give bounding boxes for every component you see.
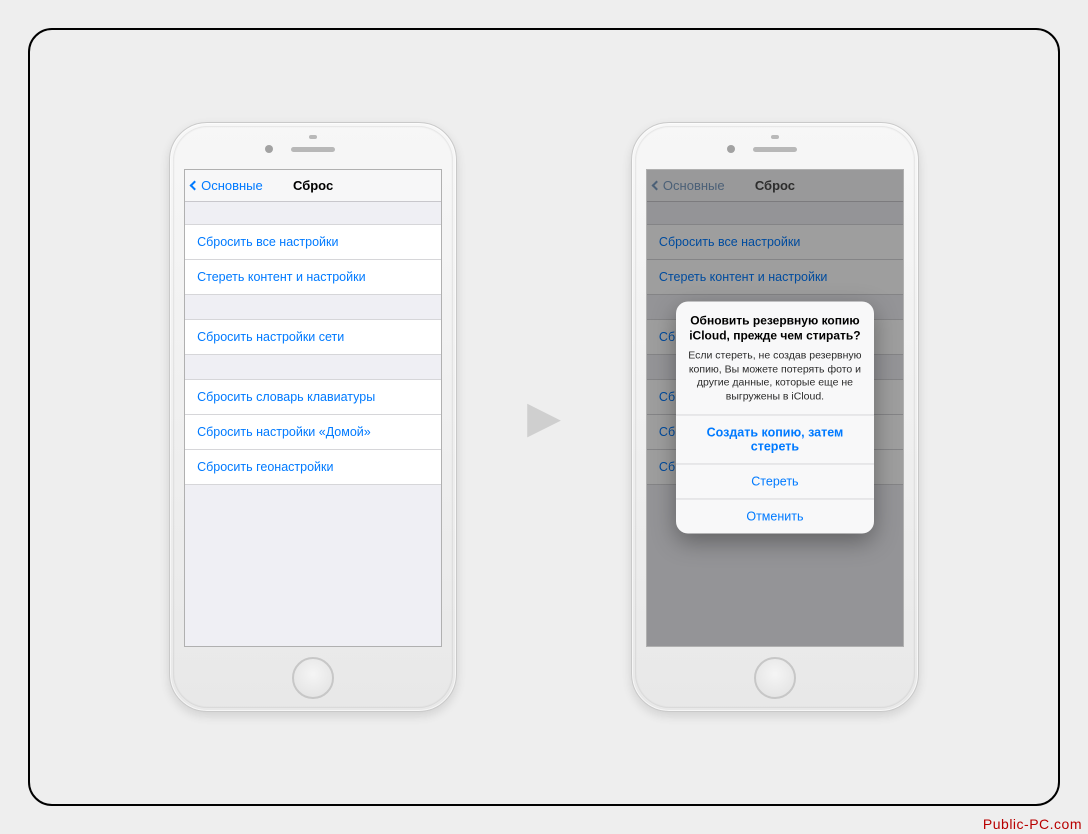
chevron-left-icon — [190, 181, 200, 191]
navbar: Основные Сброс — [185, 170, 441, 202]
iphone-left: Основные Сброс Сбросить все настройки Ст… — [169, 122, 457, 712]
alert-message: Если стереть, не создав резервную копию,… — [688, 349, 862, 404]
cancel-button[interactable]: Отменить — [676, 498, 874, 533]
reset-home-layout[interactable]: Сбросить настройки «Домой» — [185, 414, 441, 449]
settings-group-1: Сбросить все настройки Стереть контент и… — [185, 224, 441, 295]
reset-network-settings[interactable]: Сбросить настройки сети — [185, 319, 441, 355]
reset-location-settings[interactable]: Сбросить геонастройки — [185, 449, 441, 485]
image-frame: Основные Сброс Сбросить все настройки Ст… — [28, 28, 1060, 806]
nav-back-button[interactable]: Основные — [191, 170, 263, 201]
alert-title: Обновить резервную копию iCloud, прежде … — [688, 313, 862, 343]
home-button[interactable] — [754, 657, 796, 699]
alert-body: Обновить резервную копию iCloud, прежде … — [676, 301, 874, 414]
backup-then-erase-button[interactable]: Создать копию, затем стереть — [676, 414, 874, 463]
reset-keyboard-dictionary[interactable]: Сбросить словарь клавиатуры — [185, 379, 441, 414]
erase-button[interactable]: Стереть — [676, 463, 874, 498]
nav-title: Сброс — [293, 178, 333, 193]
speaker-grille — [291, 147, 335, 152]
nav-back-label: Основные — [201, 178, 263, 193]
home-button[interactable] — [292, 657, 334, 699]
settings-list: Сбросить все настройки Стереть контент и… — [185, 224, 441, 485]
erase-content-and-settings[interactable]: Стереть контент и настройки — [185, 259, 441, 295]
screen-left: Основные Сброс Сбросить все настройки Ст… — [184, 169, 442, 647]
erase-confirm-alert: Обновить резервную копию iCloud, прежде … — [676, 301, 874, 533]
watermark: Public-PC.com — [983, 816, 1082, 832]
front-camera — [727, 145, 735, 153]
arrow-icon: ▶ — [527, 392, 561, 443]
proximity-sensor — [309, 135, 317, 139]
settings-group-2: Сбросить настройки сети — [185, 319, 441, 355]
front-camera — [265, 145, 273, 153]
proximity-sensor — [771, 135, 779, 139]
settings-group-3: Сбросить словарь клавиатуры Сбросить нас… — [185, 379, 441, 485]
iphone-right: Основные Сброс Сбросить все настройки Ст… — [631, 122, 919, 712]
screen-right: Основные Сброс Сбросить все настройки Ст… — [646, 169, 904, 647]
reset-all-settings[interactable]: Сбросить все настройки — [185, 224, 441, 259]
phones-row: Основные Сброс Сбросить все настройки Ст… — [30, 30, 1058, 804]
speaker-grille — [753, 147, 797, 152]
